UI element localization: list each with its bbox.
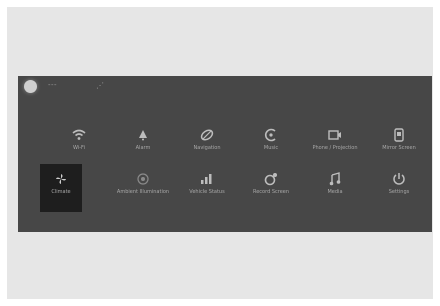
app-tile-navigation[interactable]: Navigation xyxy=(176,120,238,170)
app-label: Climate xyxy=(51,189,71,195)
app-tile-climate[interactable]: Climate xyxy=(40,164,82,212)
app-label: Media xyxy=(327,189,343,195)
compass-icon xyxy=(176,128,238,142)
app-tile-alarm[interactable]: Alarm xyxy=(112,120,174,170)
record-icon xyxy=(240,172,302,186)
app-tile-settings[interactable]: Settings xyxy=(368,164,430,214)
app-tile-mirror[interactable]: Mirror Screen xyxy=(368,120,430,170)
app-tile-ambient[interactable]: Ambient Illumination xyxy=(112,164,174,214)
app-tile-vehicle-status[interactable]: Vehicle Status xyxy=(176,164,238,214)
app-label: Settings xyxy=(388,189,410,195)
home-button[interactable] xyxy=(24,80,37,93)
fan-icon xyxy=(40,172,82,186)
cell-signal-icon: ⋰ xyxy=(96,81,104,90)
app-tile-wifi[interactable]: Wi-Fi xyxy=(48,120,110,170)
media-icon xyxy=(304,172,366,186)
app-label: Ambient Illumination xyxy=(116,189,170,195)
app-tile-media[interactable]: Media xyxy=(304,164,366,214)
status-bar: --- ⋰ xyxy=(18,76,432,98)
app-label: Wi-Fi xyxy=(73,145,85,151)
light-icon xyxy=(112,172,174,186)
mirror-icon xyxy=(368,128,430,142)
app-label: Navigation xyxy=(193,145,221,151)
projection-icon xyxy=(304,128,366,142)
app-label: Alarm xyxy=(135,145,151,151)
gear-icon xyxy=(368,172,430,186)
app-tile-music[interactable]: Music xyxy=(240,120,302,170)
bell-icon xyxy=(112,128,174,142)
app-label: Mirror Screen xyxy=(382,145,416,151)
status-text: --- xyxy=(48,81,58,89)
music-icon xyxy=(240,128,302,142)
app-label: Record Screen xyxy=(252,189,290,195)
app-label: Music xyxy=(263,145,279,151)
app-label: Vehicle Status xyxy=(189,189,225,195)
wifi-icon xyxy=(48,128,110,142)
app-tile-record[interactable]: Record Screen xyxy=(240,164,302,214)
infotainment-screen: --- ⋰ Wi-Fi Alarm Navigation Music Phone… xyxy=(18,76,432,232)
app-tile-projection[interactable]: Phone / Projection xyxy=(304,120,366,170)
app-label: Phone / Projection xyxy=(312,145,358,151)
gauge-icon xyxy=(176,172,238,186)
